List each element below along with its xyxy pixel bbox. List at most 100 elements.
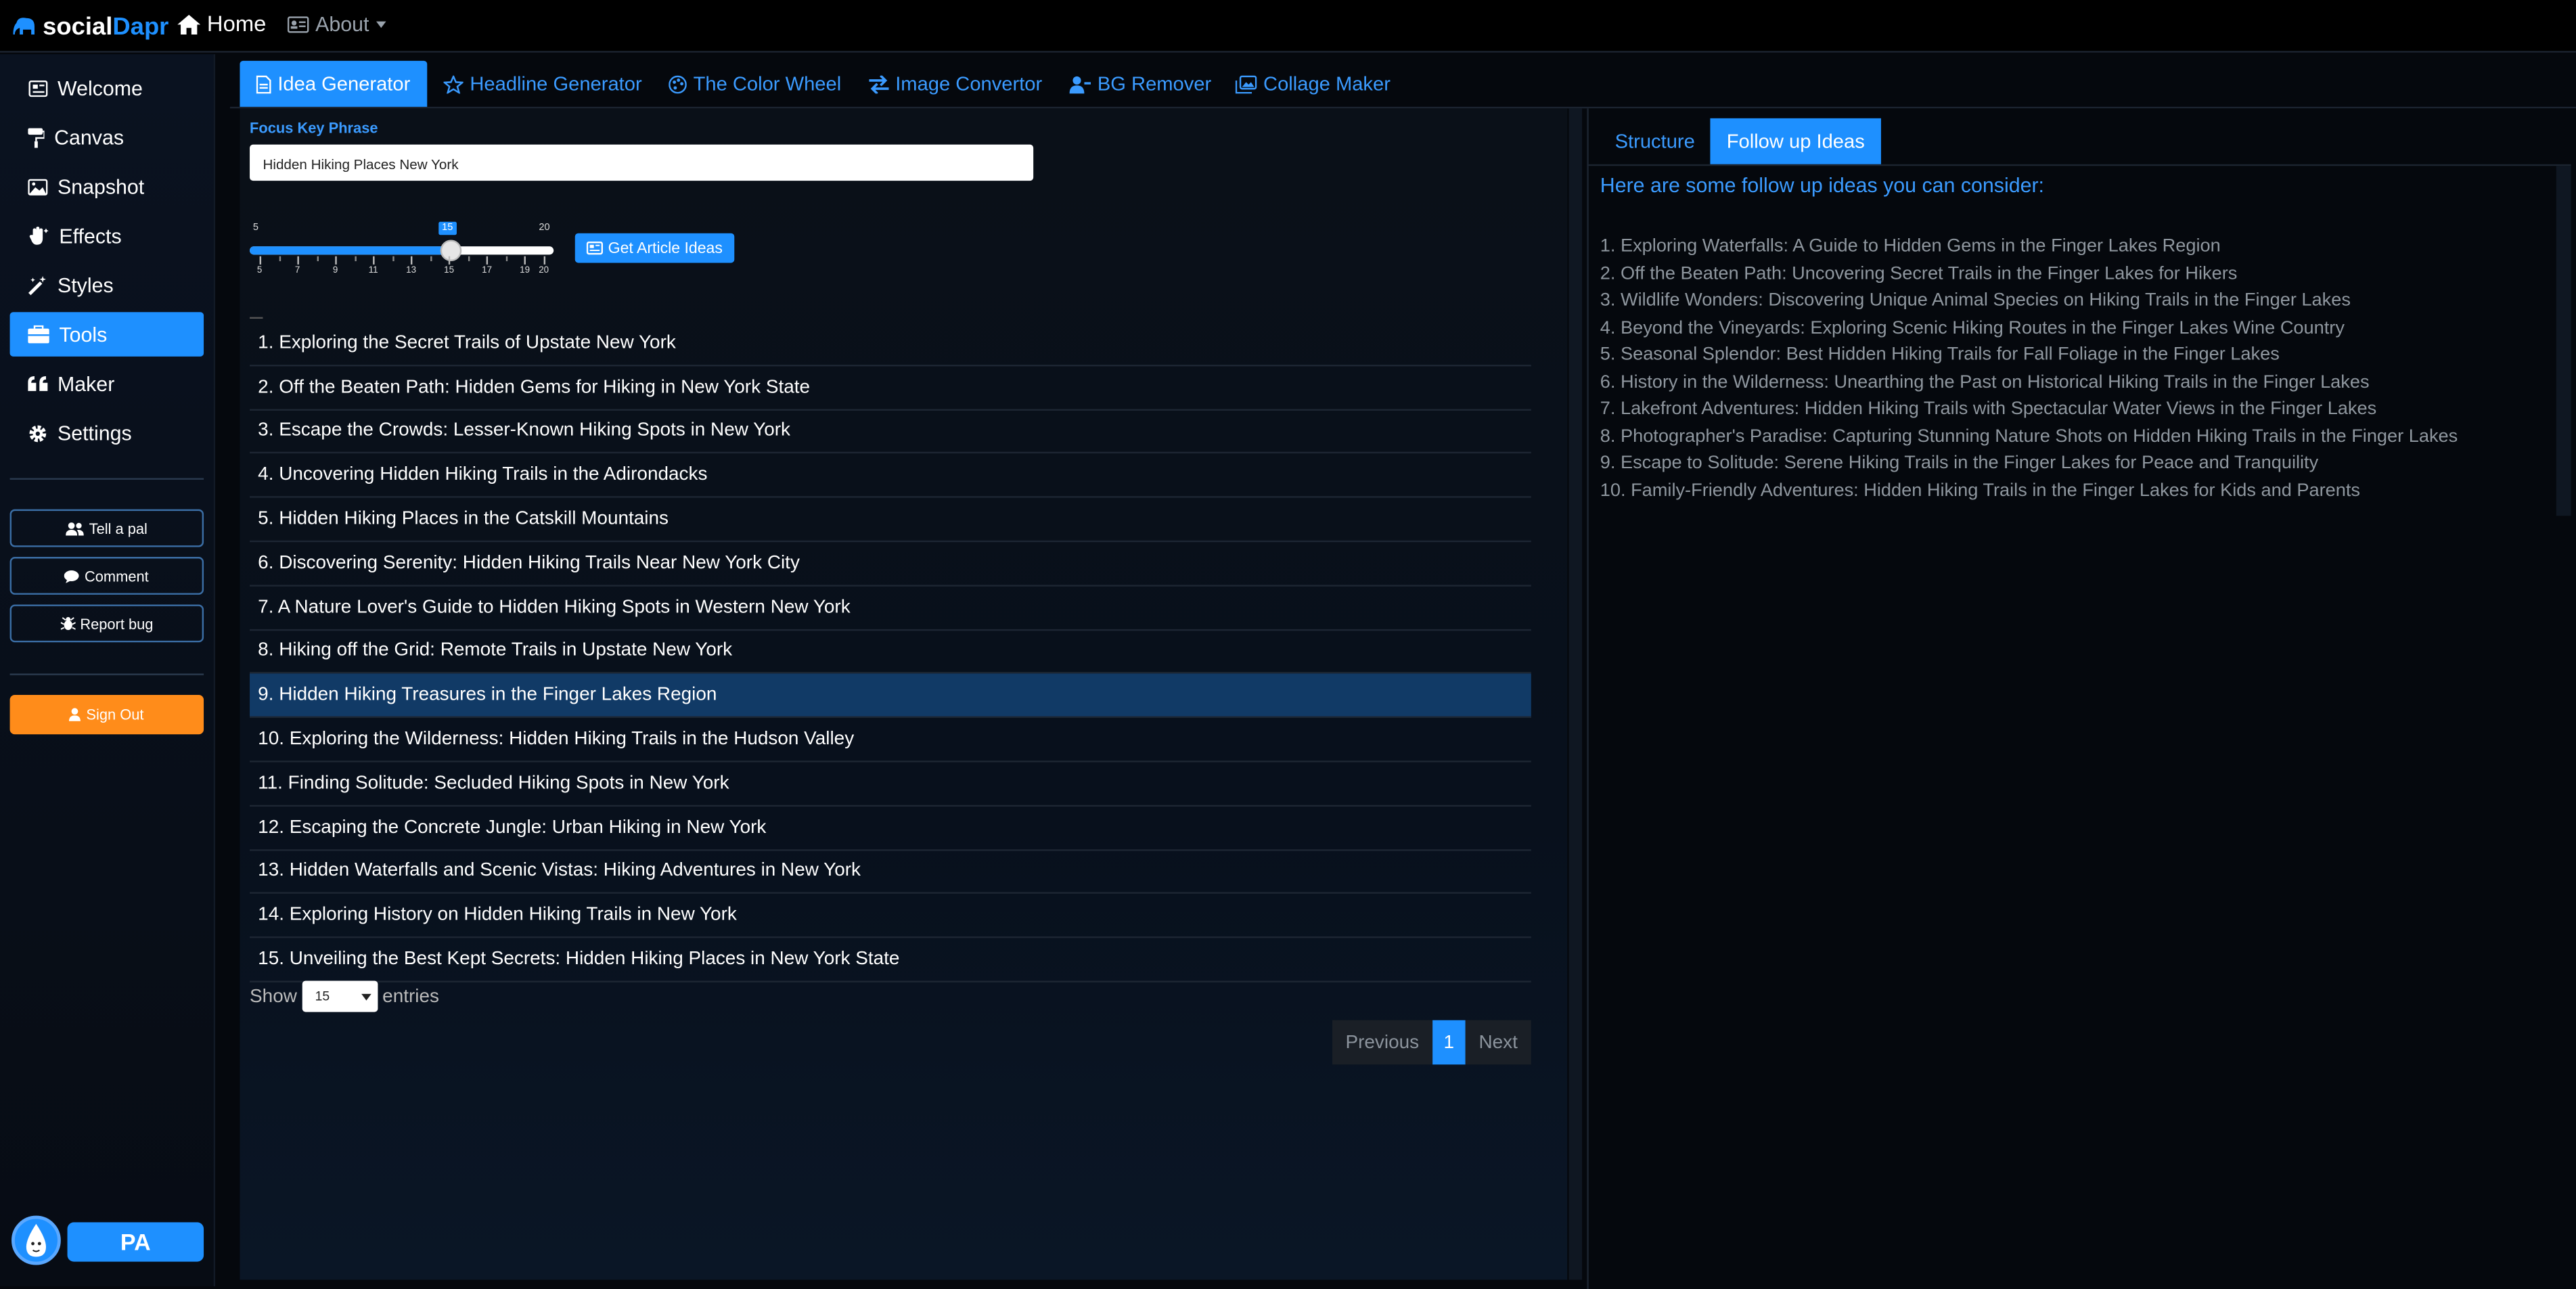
table-row[interactable]: 3. Escape the Crowds: Lesser-Known Hikin… xyxy=(250,410,1531,455)
quote-icon xyxy=(28,375,48,390)
pagination-previous[interactable]: Previous xyxy=(1332,1020,1432,1065)
star-icon xyxy=(443,74,464,93)
slider-tick xyxy=(392,256,394,262)
sign-out-label: Sign Out xyxy=(86,706,144,723)
slider-tick-label: 15 xyxy=(444,266,455,276)
table-row[interactable]: 6. Discovering Serenity: Hidden Hiking T… xyxy=(250,542,1531,587)
list-item: 6. History in the Wilderness: Unearthing… xyxy=(1600,371,2370,392)
sidebar-item-label: Canvas xyxy=(54,125,125,149)
table-row[interactable]: 8. Hiking off the Grid: Remote Trails in… xyxy=(250,630,1531,675)
report-bug-button[interactable]: Report bug xyxy=(9,604,204,643)
tell-a-pal-button[interactable]: Tell a pal xyxy=(9,509,204,547)
sidebar-item-tools[interactable]: Tools xyxy=(9,312,204,357)
pagination: Previous 1 Next xyxy=(1332,1020,1531,1065)
magic-wand-icon xyxy=(28,275,46,295)
slider-tick xyxy=(278,256,281,262)
idea-count-slider[interactable]: 5 20 15 5 7 9 11 13 15 17 19 20 xyxy=(250,220,562,286)
hand-sparkles-icon xyxy=(29,225,49,244)
table-row[interactable]: 14. Exploring History on Hidden Hiking T… xyxy=(250,895,1531,939)
sign-out-button[interactable]: Sign Out xyxy=(9,695,204,735)
idea-title: 13. Hidden Waterfalls and Scenic Vistas:… xyxy=(258,861,861,882)
pagination-page-current[interactable]: 1 xyxy=(1432,1020,1466,1065)
sidebar-divider xyxy=(9,478,204,480)
list-item: 2. Off the Beaten Path: Uncovering Secre… xyxy=(1600,263,2238,284)
table-row[interactable]: 1. Exploring the Secret Trails of Upstat… xyxy=(250,322,1531,366)
focus-key-phrase-input[interactable]: Hidden Hiking Places New York xyxy=(250,144,1034,181)
entries-per-page-select[interactable]: 15 xyxy=(302,980,378,1012)
tab-label: Idea Generator xyxy=(277,72,411,95)
idea-title: 4. Uncovering Hidden Hiking Trails in th… xyxy=(258,465,708,485)
slider-fill xyxy=(250,246,449,255)
sidebar-item-snapshot[interactable]: Snapshot xyxy=(10,164,204,209)
follow-up-intro: Here are some follow up ideas you can co… xyxy=(1600,174,2045,198)
list-item: 1. Exploring Waterfalls: A Guide to Hidd… xyxy=(1600,236,2221,256)
slider-tick xyxy=(524,256,527,265)
brand-logo[interactable]: social Dapr xyxy=(13,12,168,41)
image-icon xyxy=(28,178,48,195)
user-initials-badge[interactable]: PA xyxy=(67,1222,204,1262)
slider-tick xyxy=(430,256,432,262)
sidebar-item-effects[interactable]: Effects xyxy=(10,214,204,258)
tab-headline-generator[interactable]: Headline Generator xyxy=(434,61,652,107)
table-row[interactable]: 15. Unveiling the Best Kept Secrets: Hid… xyxy=(250,939,1531,982)
entries-label: entries xyxy=(382,986,440,1007)
slider-tick-label: 19 xyxy=(520,266,530,276)
table-row[interactable]: 12. Escaping the Concrete Jungle: Urban … xyxy=(250,807,1531,851)
ideas-table: 1. Exploring the Secret Trails of Upstat… xyxy=(250,322,1531,982)
table-row[interactable]: 11. Finding Solitude: Secluded Hiking Sp… xyxy=(250,762,1531,807)
slider-tick-label: 7 xyxy=(294,266,300,276)
tab-label: The Color Wheel xyxy=(693,72,842,95)
table-row[interactable]: 4. Uncovering Hidden Hiking Trails in th… xyxy=(250,454,1531,499)
list-item: 7. Lakefront Adventures: Hidden Hiking T… xyxy=(1600,399,2377,420)
tab-idea-generator[interactable]: Idea Generator xyxy=(240,60,427,107)
sidebar-item-maker[interactable]: Maker xyxy=(10,361,204,406)
users-icon xyxy=(66,521,85,535)
newspaper-icon xyxy=(28,79,48,97)
comment-button[interactable]: Comment xyxy=(9,557,204,595)
left-panel-scrollbar[interactable] xyxy=(1568,108,1583,1280)
slider-tick xyxy=(335,256,338,265)
report-bug-label: Report bug xyxy=(80,615,154,632)
table-row[interactable]: 9. Hidden Hiking Treasures in the Finger… xyxy=(250,674,1531,719)
idea-title: 3. Escape the Crowds: Lesser-Known Hikin… xyxy=(258,421,791,441)
get-article-ideas-button[interactable]: Get Article Ideas xyxy=(574,233,735,263)
sidebar-divider xyxy=(9,673,204,675)
sidebar-item-styles[interactable]: Styles xyxy=(10,263,204,307)
nav-home-link[interactable]: Home xyxy=(177,12,266,36)
slider-tick xyxy=(543,256,546,265)
tab-color-wheel[interactable]: The Color Wheel xyxy=(659,61,851,107)
slider-tick xyxy=(297,256,300,265)
tab-bg-remover[interactable]: BG Remover xyxy=(1060,61,1221,107)
slider-tick-label: 5 xyxy=(256,266,263,276)
table-row[interactable]: 13. Hidden Waterfalls and Scenic Vistas:… xyxy=(250,851,1531,895)
table-row[interactable]: 10. Exploring the Wilderness: Hidden Hik… xyxy=(250,718,1531,763)
sidebar-item-label: Welcome xyxy=(57,76,143,99)
sidebar-item-welcome[interactable]: Welcome xyxy=(10,66,204,110)
tab-collage-maker[interactable]: Collage Maker xyxy=(1225,61,1400,107)
chevron-down-icon xyxy=(361,993,371,1000)
document-icon xyxy=(256,74,271,93)
user-initials: PA xyxy=(120,1229,151,1255)
avatar[interactable] xyxy=(11,1215,61,1265)
slider-tick-label: 9 xyxy=(332,266,338,276)
tab-label: Collage Maker xyxy=(1263,72,1391,95)
follow-up-scrollbar[interactable] xyxy=(2556,166,2571,516)
paint-roller-icon xyxy=(28,127,45,148)
newspaper-icon xyxy=(587,241,604,255)
pagination-next[interactable]: Next xyxy=(1466,1020,1531,1065)
table-row[interactable]: 7. A Nature Lover's Guide to Hidden Hiki… xyxy=(250,586,1531,631)
table-row[interactable]: 5. Hidden Hiking Places in the Catskill … xyxy=(250,498,1531,543)
slider-tick xyxy=(487,256,489,265)
tab-follow-up-ideas[interactable]: Follow up Ideas xyxy=(1710,118,1882,164)
tab-image-convertor[interactable]: Image Convertor xyxy=(859,61,1052,107)
list-item: 3. Wildlife Wonders: Discovering Unique … xyxy=(1600,290,2351,311)
tab-structure[interactable]: Structure xyxy=(1598,118,1711,164)
comment-label: Comment xyxy=(84,567,149,585)
sidebar-item-label: Styles xyxy=(57,273,114,297)
slider-tick xyxy=(354,256,357,262)
table-row[interactable]: 2. Off the Beaten Path: Hidden Gems for … xyxy=(250,366,1531,410)
sidebar-item-settings[interactable]: Settings xyxy=(10,411,204,455)
chevron-down-icon xyxy=(376,21,386,28)
nav-about-dropdown[interactable]: About xyxy=(287,13,386,36)
sidebar-item-canvas[interactable]: Canvas xyxy=(10,115,204,160)
